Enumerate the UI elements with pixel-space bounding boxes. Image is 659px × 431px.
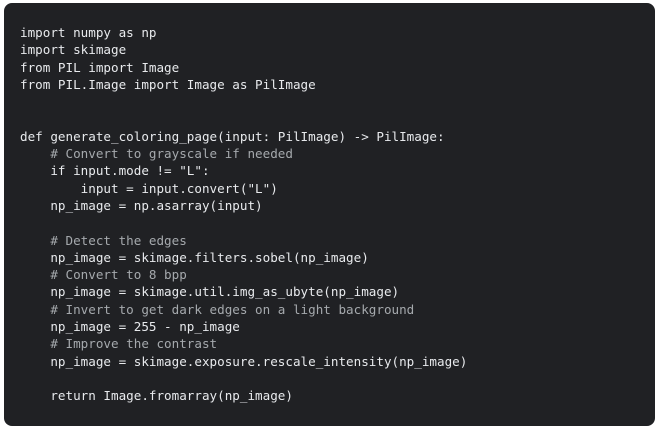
code-line: return Image.fromarray(np_image) [20, 388, 293, 404]
code-line: np_image = skimage.filters.sobel(np_imag… [20, 249, 369, 265]
code-line: np_image = skimage.util.img_as_ubyte(np_… [20, 284, 400, 300]
code-comment-line: # Improve the contrast [20, 336, 218, 352]
code-line: np_image = 255 - np_image [20, 319, 240, 335]
code-line: np_image = skimage.exposure.rescale_inte… [20, 353, 468, 369]
code-line: if input.mode != "L": [20, 163, 210, 179]
code-comment-line: # Convert to grayscale if needed [20, 146, 293, 162]
code-line: import skimage [20, 42, 127, 58]
code-block: import numpy as np import skimage from PIL… [4, 3, 655, 426]
code-line: from PIL import Image [20, 59, 180, 75]
code-line: from PIL.Image import Image as PilImage [20, 76, 316, 92]
code-line: def generate_coloring_page(input: PilIma… [20, 128, 445, 144]
code-comment-line: # Convert to 8 bpp [20, 267, 187, 283]
code-line: input = input.convert("L") [20, 180, 278, 196]
code-content: import numpy as np import skimage from PIL… [20, 24, 655, 405]
code-line: np_image = np.asarray(input) [20, 197, 263, 213]
code-comment-line: # Invert to get dark edges on a light ba… [20, 301, 415, 317]
code-line: import numpy as np [20, 25, 157, 40]
code-comment-line: # Detect the edges [20, 232, 187, 248]
